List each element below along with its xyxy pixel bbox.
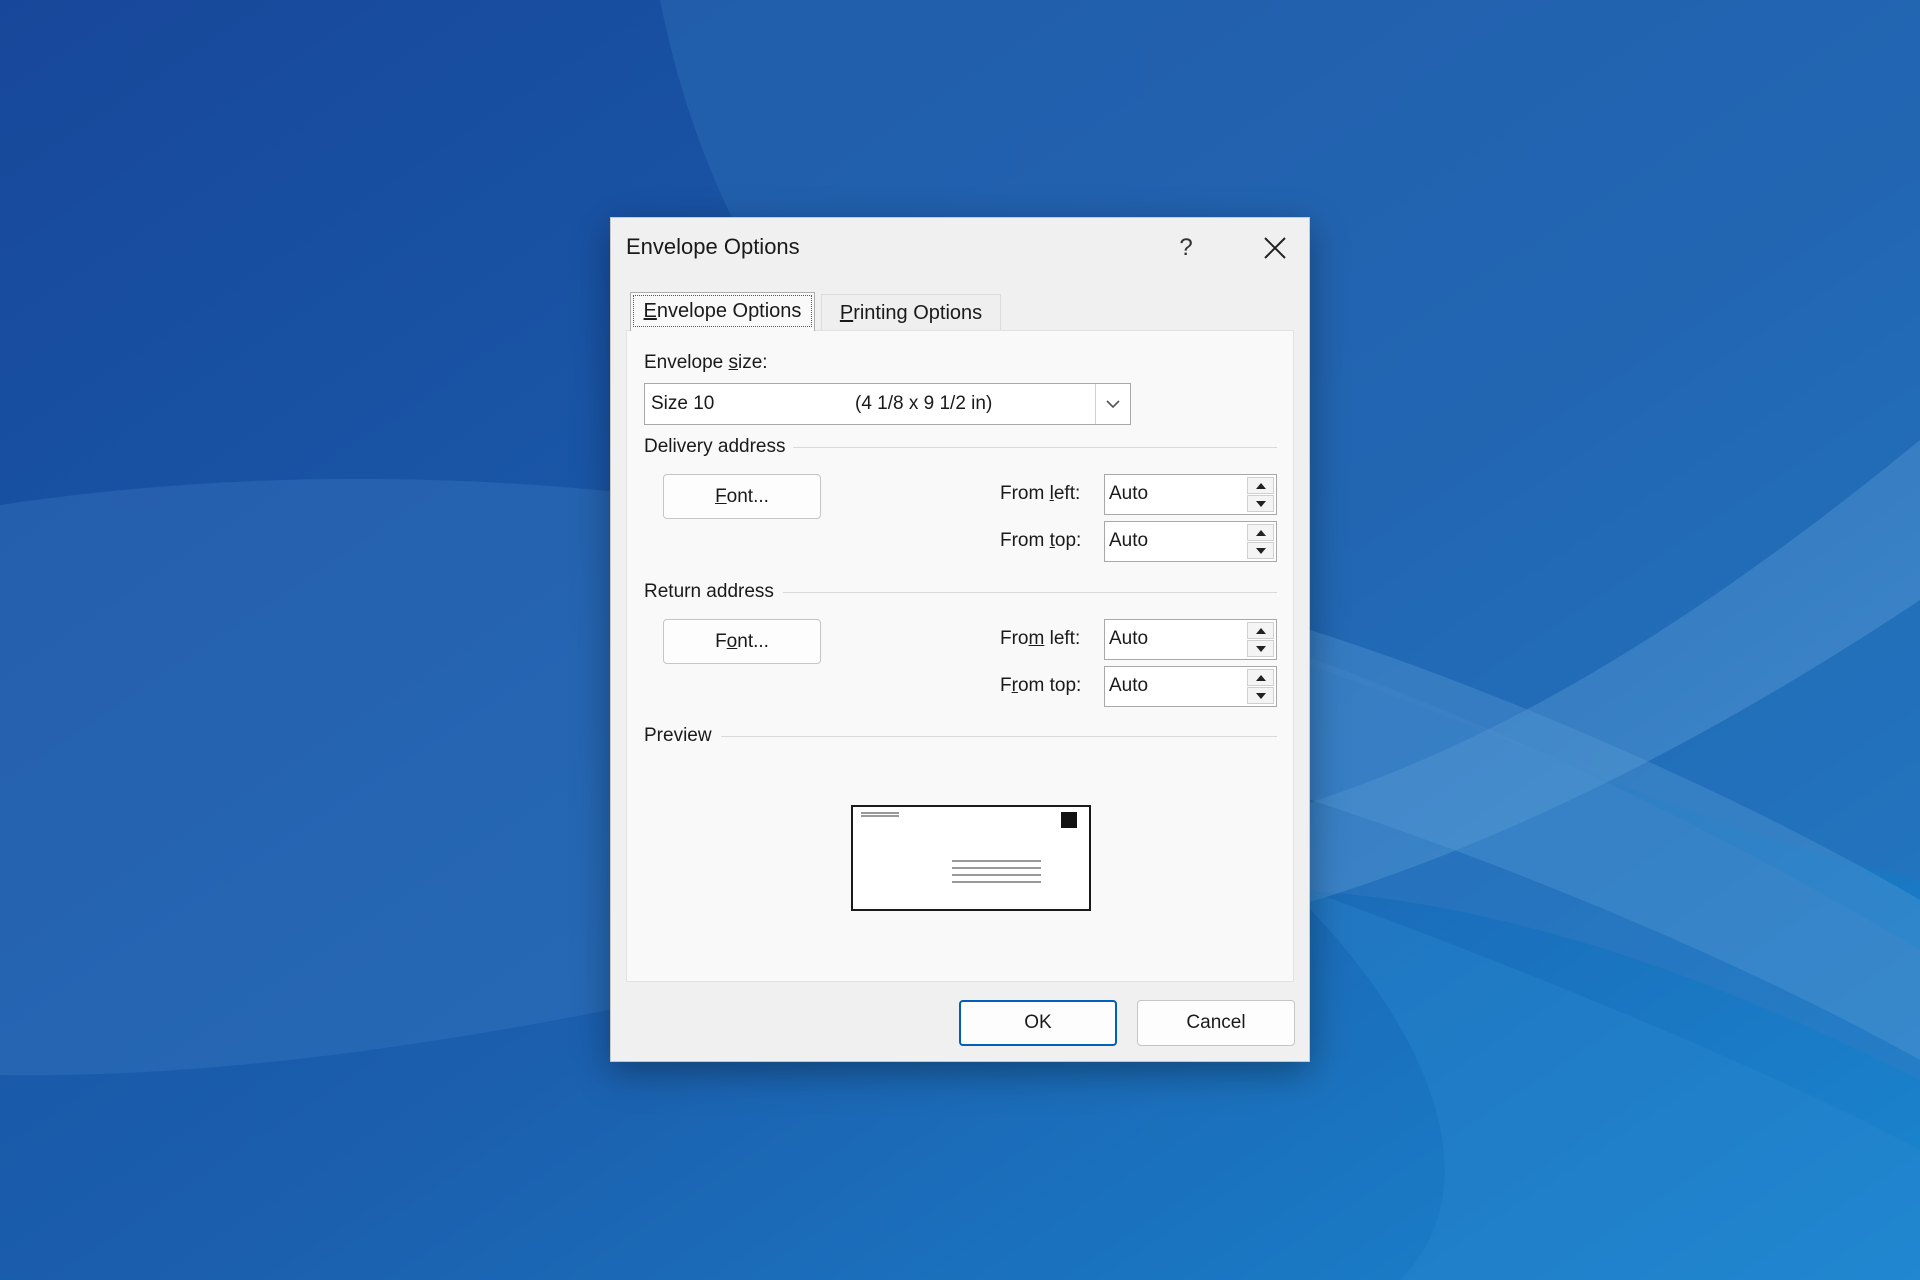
delivery-from-top-up[interactable]	[1247, 524, 1274, 541]
close-button[interactable]	[1254, 231, 1294, 265]
envelope-size-label: Envelope size:	[644, 352, 768, 373]
spin-down-icon	[1256, 501, 1266, 507]
delivery-from-top-value: Auto	[1109, 530, 1149, 551]
return-from-top-up[interactable]	[1247, 669, 1274, 686]
delivery-from-top-label: From top:	[1000, 530, 1082, 551]
ok-button-label: OK	[1024, 1012, 1052, 1033]
tab-printing-options-label: Printing Options	[839, 302, 983, 324]
return-from-top-down[interactable]	[1247, 687, 1274, 704]
spin-up-icon	[1256, 530, 1266, 536]
envelope-size-dimensions: (4 1/8 x 9 1/2 in)	[855, 393, 993, 414]
tab-focus-ring	[633, 295, 812, 327]
return-from-left-spinner[interactable]: Auto	[1104, 619, 1277, 660]
envelope-size-dropdown[interactable]: Size 10 (4 1/8 x 9 1/2 in)	[644, 383, 1131, 425]
return-address-divider	[783, 592, 1277, 593]
return-from-top-label: From top:	[1000, 675, 1082, 696]
spin-up-icon	[1256, 483, 1266, 489]
help-button[interactable]: ?	[1166, 231, 1206, 265]
spin-down-icon	[1256, 693, 1266, 699]
delivery-font-button-label: Font...	[715, 486, 769, 507]
dialog-title: Envelope Options	[626, 234, 800, 259]
close-icon	[1264, 237, 1286, 259]
spin-down-icon	[1256, 646, 1266, 652]
preview-divider	[721, 736, 1277, 737]
chevron-down-icon	[1106, 400, 1120, 409]
spin-up-icon	[1256, 675, 1266, 681]
delivery-address-divider	[793, 447, 1277, 448]
delivery-from-top-spinner[interactable]: Auto	[1104, 521, 1277, 562]
stamp-icon	[1061, 812, 1077, 828]
dropdown-arrow[interactable]	[1095, 384, 1130, 424]
spin-down-icon	[1256, 548, 1266, 554]
cancel-button[interactable]: Cancel	[1137, 1000, 1295, 1046]
delivery-from-left-value: Auto	[1109, 483, 1149, 504]
delivery-font-button[interactable]: Font...	[663, 474, 821, 519]
delivery-from-left-spinner[interactable]: Auto	[1104, 474, 1277, 515]
return-address-group-label: Return address	[644, 581, 774, 602]
return-from-left-value: Auto	[1109, 628, 1149, 649]
cancel-button-label: Cancel	[1186, 1012, 1246, 1033]
envelope-size-name: Size 10	[651, 393, 715, 414]
help-icon: ?	[1179, 234, 1193, 261]
spin-up-icon	[1256, 628, 1266, 634]
ok-button[interactable]: OK	[959, 1000, 1117, 1046]
return-from-left-down[interactable]	[1247, 640, 1274, 657]
delivery-from-top-down[interactable]	[1247, 542, 1274, 559]
delivery-address-group-label: Delivery address	[644, 436, 786, 457]
return-from-top-spinner[interactable]: Auto	[1104, 666, 1277, 707]
tab-envelope-options[interactable]: Envelope Options	[630, 292, 815, 331]
return-from-left-label: From left:	[1000, 628, 1081, 649]
preview-group-label: Preview	[644, 725, 712, 746]
return-font-button[interactable]: Font...	[663, 619, 821, 664]
delivery-from-left-up[interactable]	[1247, 477, 1274, 494]
tab-printing-options-rest: rinting Options	[853, 302, 983, 324]
return-font-button-label: Font...	[715, 631, 769, 652]
delivery-from-left-label: From left:	[1000, 483, 1081, 504]
envelope-options-dialog: Envelope Options ? Envelope Options Prin…	[610, 217, 1310, 1062]
delivery-from-left-down[interactable]	[1247, 495, 1274, 512]
return-from-top-value: Auto	[1109, 675, 1149, 696]
return-from-left-up[interactable]	[1247, 622, 1274, 639]
envelope-preview	[851, 805, 1091, 911]
tab-printing-options[interactable]: Printing Options	[821, 294, 1001, 330]
envelope-preview-graphic	[861, 812, 1077, 883]
